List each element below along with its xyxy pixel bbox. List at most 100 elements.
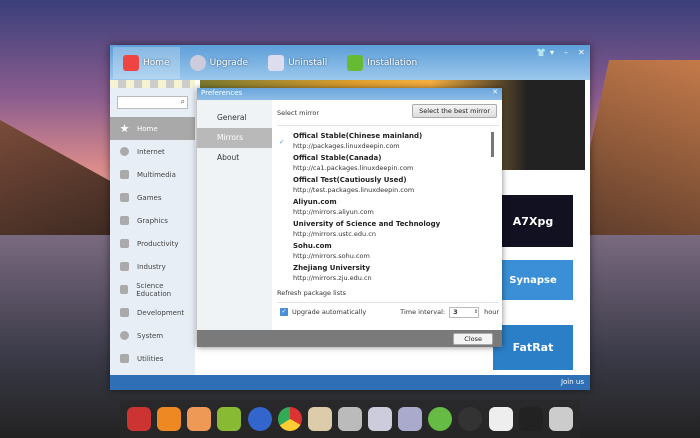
mirror-item[interactable]: Aliyun.com http://mirrors.aliyun.com bbox=[277, 198, 499, 216]
mirror-url: http://ca1.packages.linuxdeepin.com bbox=[293, 164, 414, 172]
sidebar-item-utilities[interactable]: Utilities bbox=[110, 347, 195, 370]
dialog-footer: Close bbox=[197, 330, 502, 347]
mirror-url: http://mirrors.aliyun.com bbox=[293, 208, 374, 216]
trash-icon bbox=[268, 54, 285, 71]
awning-decoration bbox=[110, 80, 195, 88]
leaf-icon[interactable] bbox=[217, 407, 242, 431]
mirrors-panel: Select mirror Select the best mirror ✓ Of… bbox=[277, 100, 499, 330]
mirror-item[interactable]: ✓ Offical Stable(Chinese mainland) http://… bbox=[277, 132, 499, 150]
select-best-mirror-button[interactable]: Select the best mirror bbox=[412, 104, 497, 118]
tab-home[interactable]: Home bbox=[113, 46, 180, 79]
nav-about[interactable]: About bbox=[197, 148, 272, 168]
mirror-name: University of Science and Technology bbox=[293, 220, 441, 228]
sidebar-item-label: Internet bbox=[137, 147, 165, 156]
nav-general[interactable]: General bbox=[197, 108, 272, 128]
mirror-name: Sohu.com bbox=[293, 242, 332, 250]
globe-icon[interactable] bbox=[247, 407, 272, 431]
tools-icon bbox=[120, 354, 129, 363]
users-icon[interactable] bbox=[368, 407, 393, 431]
mirror-name: Offical Stable(Chinese mainland) bbox=[293, 132, 423, 140]
disc-icon bbox=[189, 54, 206, 71]
close-button[interactable]: Close bbox=[453, 333, 493, 345]
skin-icon[interactable]: 👕 bbox=[536, 48, 546, 57]
nav-mirrors[interactable]: Mirrors bbox=[197, 128, 272, 148]
interval-value: 3 bbox=[453, 307, 458, 316]
search-input[interactable]: ⌕ bbox=[117, 96, 188, 109]
preferences-dialog: Preferences ✕ General Mirrors About Selec… bbox=[197, 88, 502, 347]
pencil-icon bbox=[120, 239, 129, 248]
power-icon[interactable] bbox=[428, 407, 453, 431]
app-card-fatrat[interactable]: FatRat bbox=[493, 325, 573, 370]
play-icon bbox=[120, 170, 129, 179]
mirror-url: http://test.packages.linuxdeepin.com bbox=[293, 186, 415, 194]
mirror-name: Offical Stable(Canada) bbox=[293, 154, 382, 162]
mirror-name: Aliyun.com bbox=[293, 198, 337, 206]
sidebar-item-multimedia[interactable]: Multimedia bbox=[110, 163, 195, 186]
trash-icon[interactable] bbox=[548, 407, 573, 431]
sidebar-item-system[interactable]: System bbox=[110, 324, 195, 347]
close-icon[interactable]: ✕ bbox=[492, 88, 498, 96]
status-bar: Join us bbox=[110, 375, 590, 390]
menu-icon[interactable]: ▾ bbox=[550, 48, 554, 57]
sidebar-item-industry[interactable]: Industry bbox=[110, 255, 195, 278]
sidebar-item-internet[interactable]: Internet bbox=[110, 140, 195, 163]
select-mirror-label: Select mirror bbox=[277, 109, 319, 117]
sidebar-item-productivity[interactable]: Productivity bbox=[110, 232, 195, 255]
sidebar-item-games[interactable]: Games bbox=[110, 186, 195, 209]
interval-label: Time interval: bbox=[400, 308, 446, 316]
dock bbox=[120, 400, 580, 438]
download-icon bbox=[347, 54, 364, 71]
chrome-icon[interactable] bbox=[277, 407, 302, 431]
app-card-synapse[interactable]: Synapse bbox=[493, 260, 573, 300]
app-card-a7xpg[interactable]: A7Xpg bbox=[493, 195, 573, 247]
mirror-item[interactable]: Sohu.com http://mirrors.sohu.com bbox=[277, 242, 499, 260]
mirror-item[interactable]: Offical Test(Cautiously Used) http://test… bbox=[277, 176, 499, 194]
join-us-link[interactable]: Join us bbox=[561, 378, 584, 386]
mirror-url: http://mirrors.sohu.com bbox=[293, 252, 370, 260]
chart-icon bbox=[120, 262, 129, 271]
sidebar-item-label: Development bbox=[137, 308, 185, 317]
drive-icon[interactable] bbox=[398, 407, 423, 431]
card-label: A7Xpg bbox=[512, 214, 554, 228]
mirror-name: Zhejiang University bbox=[293, 264, 371, 272]
sidebar-item-label: Games bbox=[137, 193, 162, 202]
settings-icon[interactable] bbox=[337, 407, 362, 431]
minimize-icon[interactable]: – bbox=[564, 48, 568, 57]
store-icon[interactable] bbox=[157, 407, 182, 431]
tab-label: Installation bbox=[367, 57, 418, 68]
clock-icon[interactable] bbox=[518, 407, 543, 431]
tab-installation[interactable]: Installation bbox=[337, 47, 427, 79]
check-icon: ✓ bbox=[279, 138, 285, 146]
tab-upgrade[interactable]: Upgrade bbox=[180, 47, 258, 79]
upgrade-auto-label: Upgrade automatically bbox=[292, 308, 367, 316]
mirror-item[interactable]: Offical Stable(Canada) http://ca1.package… bbox=[277, 154, 499, 172]
translate-icon[interactable] bbox=[488, 407, 513, 431]
rocket-icon[interactable] bbox=[127, 407, 152, 431]
camera-icon[interactable] bbox=[458, 407, 483, 431]
sidebar-item-label: Industry bbox=[137, 262, 166, 271]
music-icon[interactable] bbox=[187, 407, 212, 431]
interval-stepper[interactable]: 3 ⇕ bbox=[449, 306, 480, 318]
dialog-titlebar: Preferences ✕ bbox=[197, 88, 502, 100]
folder-icon[interactable] bbox=[307, 407, 332, 431]
tab-uninstall[interactable]: Uninstall bbox=[258, 47, 337, 79]
sidebar-item-science-education[interactable]: Science Education bbox=[110, 278, 195, 301]
sidebar-item-label: Productivity bbox=[137, 239, 179, 248]
sidebar-item-home[interactable]: Home bbox=[110, 117, 195, 140]
mirror-url: http://mirrors.ustc.edu.cn bbox=[293, 230, 376, 238]
sidebar-item-development[interactable]: Development bbox=[110, 301, 195, 324]
tab-label: Uninstall bbox=[288, 57, 328, 68]
card-label: FatRat bbox=[512, 341, 554, 354]
code-icon bbox=[120, 308, 129, 317]
stepper-arrows-icon[interactable]: ⇕ bbox=[474, 308, 478, 317]
sidebar-item-graphics[interactable]: Graphics bbox=[110, 209, 195, 232]
close-icon[interactable]: ✕ bbox=[578, 48, 585, 57]
mirror-item[interactable]: Zhejiang University http://mirrors.zju.ed… bbox=[277, 264, 499, 282]
star-icon bbox=[120, 124, 129, 133]
mirror-item[interactable]: University of Science and Technology http… bbox=[277, 220, 499, 238]
globe-icon bbox=[120, 147, 129, 156]
sidebar-item-label: Multimedia bbox=[137, 170, 176, 179]
graphics-icon bbox=[120, 216, 129, 225]
upgrade-auto-checkbox[interactable]: ✓ bbox=[280, 308, 288, 316]
toolbar: Home Upgrade Uninstall Installation 👕 ▾ … bbox=[110, 45, 590, 80]
